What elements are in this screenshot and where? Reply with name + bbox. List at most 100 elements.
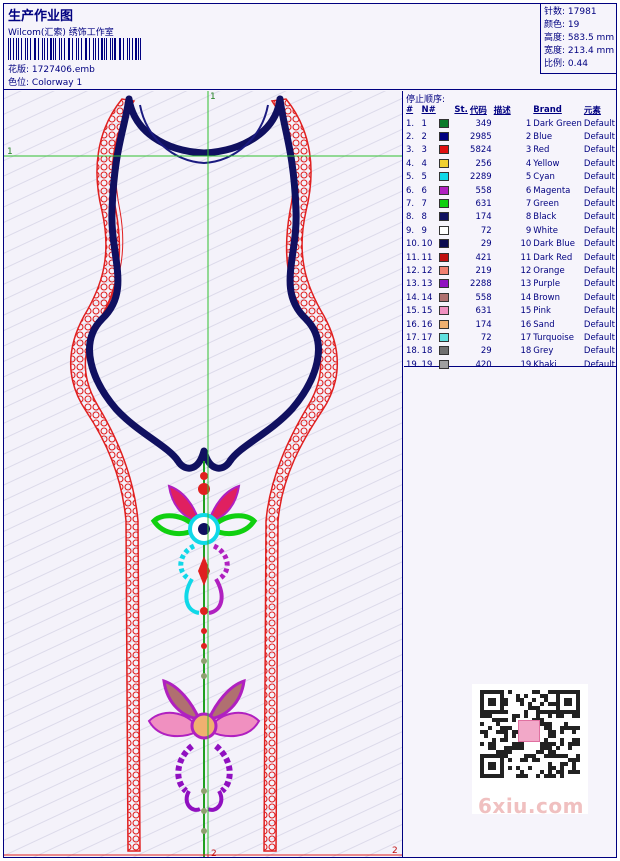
row-description: Dark Green xyxy=(533,118,582,129)
row-brand: Default xyxy=(583,239,615,250)
row-swatch xyxy=(438,331,469,344)
row-index: 7. xyxy=(406,199,415,210)
row-index: 4. xyxy=(406,158,415,169)
sheet-title: 生产作业图 xyxy=(8,9,74,24)
row-stitches: 558 xyxy=(475,185,492,196)
row-code: 9 xyxy=(525,225,532,236)
color-swatch xyxy=(438,359,449,369)
row-brand: Default xyxy=(583,185,615,196)
row-description: Dark Blue xyxy=(533,239,575,250)
row-swatch xyxy=(438,238,469,251)
qr-center-seal xyxy=(518,720,540,742)
row-description: Sand xyxy=(533,319,555,330)
row-needle: 5 xyxy=(421,172,427,183)
table-row: 13. 13 2288 13 Purple Default xyxy=(405,278,616,291)
row-code: 17 xyxy=(520,332,532,343)
row-code: 2 xyxy=(525,132,532,143)
col-header-code: 代码 xyxy=(469,106,487,116)
color-swatch xyxy=(438,252,449,262)
color-swatch xyxy=(438,225,449,235)
row-needle: 2 xyxy=(421,132,427,143)
color-swatch xyxy=(438,319,449,329)
row-brand: Default xyxy=(583,319,615,330)
row-brand: Default xyxy=(583,212,615,223)
color-swatch xyxy=(438,118,449,128)
row-needle: 1 xyxy=(421,118,427,129)
color-swatch xyxy=(438,132,449,142)
row-description: Black xyxy=(533,212,557,223)
col-header-brand: Brand xyxy=(533,105,562,115)
row-swatch xyxy=(438,264,469,277)
site-watermark-logo: 6xiu.com xyxy=(478,794,584,818)
row-index: 17. xyxy=(406,332,420,343)
row-index: 14. xyxy=(406,292,420,303)
row-index: 2. xyxy=(406,132,415,143)
table-row: 9. 9 72 9 White Default xyxy=(405,224,616,237)
colorway-name: Colorway 1 xyxy=(31,78,83,88)
row-description: White xyxy=(533,225,558,236)
row-brand: Default xyxy=(583,279,615,290)
row-code: 11 xyxy=(520,252,532,263)
stat-scale: 比例: 0.44 xyxy=(544,59,588,69)
row-needle: 6 xyxy=(421,185,427,196)
row-swatch xyxy=(438,251,469,264)
stop-sequence-panel: 停止顺序: # N# St. 代码 描述 Brand 元素 1. 1 349 1 Dar… xyxy=(404,91,616,370)
row-index: 8. xyxy=(406,212,415,223)
color-swatch xyxy=(438,199,449,209)
color-swatch xyxy=(438,212,449,222)
row-description: Magenta xyxy=(533,185,571,196)
design-file-line: 花版: 1727406.emb xyxy=(8,62,95,75)
row-needle: 17 xyxy=(421,332,433,343)
table-row: 2. 2 2985 2 Blue Default xyxy=(405,130,616,143)
row-brand: Default xyxy=(583,132,615,143)
colorway-line: 色位: Colorway 1 xyxy=(8,75,82,88)
col-header-description: 描述 xyxy=(493,106,511,116)
row-index: 9. xyxy=(406,225,415,236)
color-swatch xyxy=(438,346,449,356)
row-needle: 14 xyxy=(421,292,433,303)
row-description: Cyan xyxy=(533,172,555,183)
row-swatch xyxy=(438,211,469,224)
design-label: 花版: xyxy=(8,65,30,75)
production-sheet: 生产作业图 Wilcom(汇索) 绣饰工作室 花版: 1727406.emb 色… xyxy=(3,3,617,858)
row-code: 14 xyxy=(520,292,532,303)
row-description: Grey xyxy=(533,346,554,357)
table-row: 7. 7 631 7 Green Default xyxy=(405,197,616,210)
row-description: Red xyxy=(533,145,550,156)
row-brand: Default xyxy=(583,332,615,343)
color-swatch xyxy=(438,185,449,195)
row-description: Green xyxy=(533,199,560,210)
row-index: 1. xyxy=(406,118,415,129)
row-code: 3 xyxy=(525,145,532,156)
embroidery-artwork: 1 1 2 2 xyxy=(4,91,402,857)
row-swatch xyxy=(438,291,469,304)
row-description: Orange xyxy=(533,265,565,276)
col-header-needle: N# xyxy=(421,105,436,115)
studio-name: Wilcom(汇索) 绣饰工作室 xyxy=(8,28,114,38)
row-brand: Default xyxy=(583,265,615,276)
table-row: 6. 6 558 6 Magenta Default xyxy=(405,184,616,197)
row-swatch xyxy=(438,345,469,358)
row-code: 5 xyxy=(525,172,532,183)
row-index: 5. xyxy=(406,172,415,183)
stat-width: 宽度: 213.4 mm xyxy=(544,46,615,56)
row-description: Dark Red xyxy=(533,252,573,263)
row-brand: Default xyxy=(583,252,615,263)
row-brand: Default xyxy=(583,199,615,210)
color-swatch xyxy=(438,158,449,168)
row-swatch xyxy=(438,157,469,170)
stop-sequence-rows: 1. 1 349 1 Dark Green Default 2. 2 2985 2 Blue Defa… xyxy=(405,117,616,371)
row-stitches: 421 xyxy=(475,252,492,263)
table-row: 14. 14 558 14 Brown Default xyxy=(405,291,616,304)
embroidery-design-preview: 1 1 2 2 xyxy=(4,91,403,857)
sheet-header: 生产作业图 Wilcom(汇索) 绣饰工作室 花版: 1727406.emb 色… xyxy=(4,4,616,90)
table-row: 11. 11 421 11 Dark Red Default xyxy=(405,251,616,264)
row-stitches: 631 xyxy=(475,199,492,210)
row-description: Turquoise xyxy=(533,332,574,343)
color-swatch xyxy=(438,306,449,316)
row-stitches: 2985 xyxy=(470,132,492,143)
row-swatch xyxy=(438,197,469,210)
row-brand: Default xyxy=(583,172,615,183)
row-code: 12 xyxy=(520,265,532,276)
row-stitches: 2288 xyxy=(470,279,492,290)
